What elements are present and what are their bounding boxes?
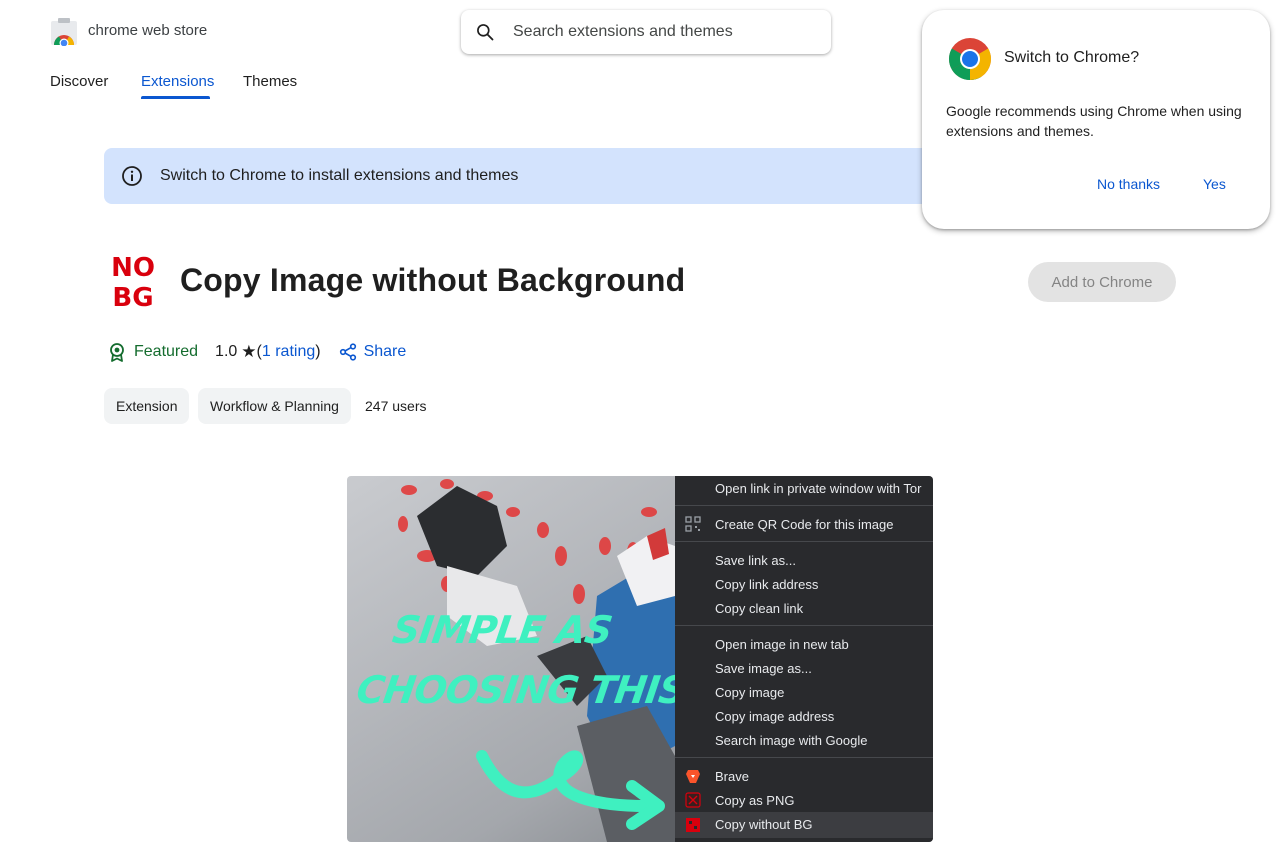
menu-item-copy-png[interactable]: Copy as PNG [715, 793, 794, 808]
menu-separator [675, 541, 933, 542]
brave-icon [686, 770, 700, 783]
info-icon [122, 166, 142, 186]
logo-text-line2: BG [112, 283, 153, 310]
copy-png-icon [685, 792, 701, 808]
share-link[interactable]: Share [364, 343, 407, 361]
menu-item-copy-link[interactable]: Copy link address [715, 577, 818, 592]
chrome-logo-icon [948, 38, 991, 81]
switch-to-chrome-popup: Switch to Chrome? Google recommends usin… [922, 10, 1270, 229]
logo-text-line1: NO [111, 253, 155, 283]
popup-body: Google recommends using Chrome when usin… [946, 103, 1242, 139]
extension-logo: NO BG [111, 253, 155, 310]
menu-item-copy-image[interactable]: Copy image [715, 685, 784, 700]
tab-themes[interactable]: Themes [243, 73, 297, 90]
search-icon [477, 24, 494, 41]
type-chip[interactable]: Extension [104, 388, 190, 424]
featured-label[interactable]: Featured [134, 343, 198, 361]
slogan-line-2: CHOOSING THIS! [353, 668, 705, 712]
menu-item-search-image[interactable]: Search image with Google [715, 733, 867, 748]
share-icon[interactable] [339, 343, 357, 361]
rating-value: 1.0 [215, 343, 238, 360]
menu-separator [675, 505, 933, 506]
search-input[interactable] [513, 23, 813, 41]
no-thanks-button[interactable]: No thanks [1097, 176, 1160, 192]
menu-item-save-link[interactable]: Save link as... [715, 553, 796, 568]
menu-item-save-image[interactable]: Save image as... [715, 661, 812, 676]
featured-badge-icon [110, 343, 124, 362]
user-count: 247 users [365, 398, 427, 414]
extension-screenshot[interactable]: SIMPLE AS CHOOSING THIS! Open link in pr… [347, 476, 933, 842]
banner-text: Switch to Chrome to install extensions a… [160, 167, 519, 184]
search-box[interactable] [461, 10, 831, 54]
star-icon: ★ [241, 342, 257, 361]
menu-item-brave[interactable]: Brave [715, 769, 749, 784]
tab-extensions[interactable]: Extensions [141, 73, 214, 90]
menu-item-tor[interactable]: Open link in private window with Tor [715, 481, 921, 496]
active-tab-indicator [141, 96, 210, 99]
menu-item-copy-clean-link[interactable]: Copy clean link [715, 601, 803, 616]
add-to-chrome-button[interactable]: Add to Chrome [1028, 262, 1176, 302]
menu-item-open-image[interactable]: Open image in new tab [715, 637, 849, 652]
extension-title: Copy Image without Background [180, 262, 686, 298]
menu-item-copy-without-bg[interactable]: Copy without BG [715, 817, 813, 832]
chrome-web-store-icon[interactable] [50, 18, 78, 46]
qr-code-icon [685, 516, 701, 532]
extension-meta: Featured 1.0 ★ (1 rating) Share [107, 340, 406, 364]
menu-item-qr[interactable]: Create QR Code for this image [715, 517, 893, 532]
tab-discover[interactable]: Discover [50, 73, 108, 90]
rating-count-link[interactable]: 1 rating [262, 343, 315, 361]
yes-button[interactable]: Yes [1203, 176, 1226, 192]
popup-title: Switch to Chrome? [1004, 49, 1140, 66]
nobg-icon [686, 818, 700, 832]
menu-separator [675, 757, 933, 758]
menu-item-copy-image-address[interactable]: Copy image address [715, 709, 834, 724]
switch-to-chrome-banner: Switch to Chrome to install extensions a… [104, 148, 944, 204]
menu-separator [675, 625, 933, 626]
context-menu: Open link in private window with Tor Cre… [675, 476, 933, 842]
brand-name[interactable]: chrome web store [88, 22, 207, 39]
slogan-line-1: SIMPLE AS [389, 608, 615, 652]
rating-paren-close: ) [315, 343, 321, 360]
category-chip[interactable]: Workflow & Planning [198, 388, 351, 424]
